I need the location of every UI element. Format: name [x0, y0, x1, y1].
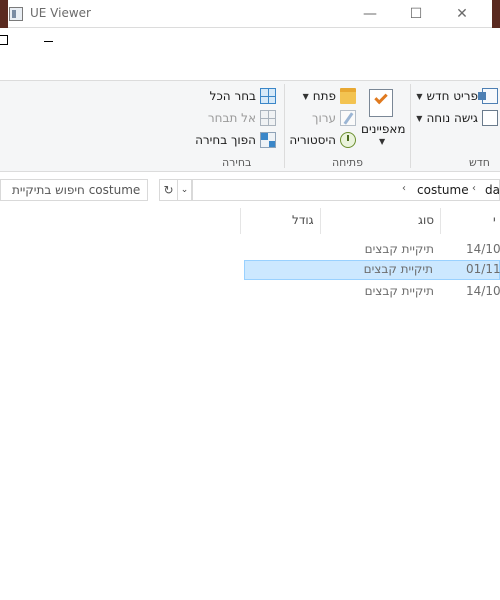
easy-access-icon	[482, 110, 498, 126]
history-label: היסטוריה	[289, 133, 336, 147]
select-all-button[interactable]: בחר הכל	[210, 88, 276, 104]
easy-access-label: גישה נוחה	[426, 111, 478, 125]
invert-selection-icon	[260, 132, 276, 148]
item-date: 14/10/	[466, 242, 500, 256]
new-group-label: חדש	[469, 156, 490, 169]
new-item-button[interactable]: פריט חדש ▼	[416, 88, 498, 104]
column-divider[interactable]	[320, 208, 321, 234]
properties-label[interactable]: מאפיינים	[361, 122, 405, 136]
breadcrumb-dat[interactable]: dat	[485, 183, 500, 197]
search-placeholder: חיפוש בתיקיית costume	[12, 183, 141, 197]
list-item[interactable]: תיקיית קבצים 14/10/	[244, 282, 500, 302]
chevron-down-icon: ▼	[416, 113, 423, 123]
item-date: 14/10/	[466, 284, 500, 298]
select-group-label: בחירה	[222, 156, 252, 169]
chevron-down-icon: ▼	[302, 91, 309, 101]
select-none-icon	[260, 110, 276, 126]
list-item[interactable]: תיקיית קבצים 14/10/	[244, 240, 500, 260]
minimize-button[interactable]: —	[347, 0, 393, 28]
window-title: UE Viewer	[30, 6, 91, 20]
edit-button[interactable]: ערוך	[312, 110, 356, 126]
new-item-label: פריט חדש	[426, 89, 478, 103]
open-group-label: פתיחה	[332, 156, 363, 169]
edit-icon	[340, 110, 356, 126]
column-header-type[interactable]: סוג	[418, 213, 434, 227]
history-icon	[340, 132, 356, 148]
address-history-dropdown[interactable]: ⌄	[177, 179, 192, 201]
app-window-icon	[9, 7, 23, 21]
list-item-selected[interactable]: תיקיית קבצים 01/11/	[244, 260, 500, 280]
background-window-edge-right	[492, 0, 500, 28]
select-all-icon	[260, 88, 276, 104]
open-label: פתח	[312, 89, 336, 103]
item-type: תיקיית קבצים	[364, 242, 434, 256]
open-button[interactable]: פתח ▼	[303, 88, 356, 104]
item-date: 01/11/	[466, 262, 500, 276]
chevron-left-icon[interactable]: ‹	[472, 183, 476, 194]
restore-icon[interactable]	[0, 35, 8, 45]
item-type: תיקיית קבצים	[364, 284, 434, 298]
breadcrumb-costume[interactable]: costume	[417, 183, 469, 197]
background-window-edge-left	[0, 0, 8, 28]
close-button[interactable]: ✕	[439, 0, 485, 28]
properties-icon[interactable]	[361, 88, 401, 124]
chevron-left-icon[interactable]: ‹	[402, 183, 406, 194]
column-header-size[interactable]: גודל	[292, 213, 314, 227]
select-none-label: אל תבחר	[207, 111, 256, 125]
new-item-icon	[478, 88, 498, 104]
item-type: תיקיית קבצים	[363, 262, 433, 276]
open-folder-icon	[340, 88, 356, 104]
edit-label: ערוך	[312, 111, 336, 125]
refresh-button[interactable]: ↻	[159, 179, 177, 201]
ribbon-separator	[410, 84, 411, 168]
history-button[interactable]: היסטוריה	[289, 132, 356, 148]
select-none-button[interactable]: אל תבחר	[208, 110, 276, 126]
chevron-down-icon: ▼	[416, 91, 423, 101]
column-header-date[interactable]: י	[493, 213, 496, 227]
properties-dropdown-icon[interactable]: ▼	[379, 137, 385, 146]
minimize-icon[interactable]	[44, 41, 53, 42]
column-divider[interactable]	[440, 208, 441, 234]
maximize-button[interactable]: ☐	[393, 0, 439, 28]
ribbon-separator	[284, 84, 285, 168]
select-all-label: בחר הכל	[209, 89, 256, 103]
invert-selection-button[interactable]: הפוך בחירה	[195, 132, 276, 148]
invert-selection-label: הפוך בחירה	[195, 133, 256, 147]
easy-access-button[interactable]: גישה נוחה ▼	[416, 110, 498, 126]
column-divider[interactable]	[240, 208, 241, 234]
